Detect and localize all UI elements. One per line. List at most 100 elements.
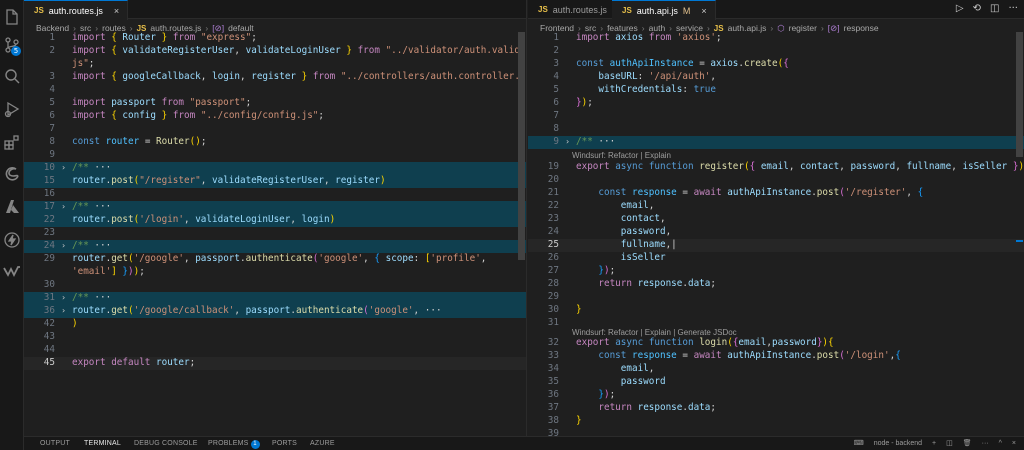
extensions-icon[interactable]	[3, 133, 21, 151]
add-terminal-icon[interactable]: +	[932, 440, 936, 447]
split-editor-icon[interactable]: ◫	[990, 3, 999, 14]
code-line: 24 password,	[547, 226, 672, 237]
tab-label: auth.routes.js	[552, 4, 607, 15]
code-line: 2	[553, 45, 559, 56]
terminal-name[interactable]: node - backend	[874, 440, 922, 447]
code-line: 28 return response.data;	[547, 278, 716, 289]
tab-azure[interactable]: AZURE	[310, 440, 335, 447]
tab-auth-api[interactable]: JS auth.api.js M ×	[612, 0, 716, 20]
tab-terminal[interactable]: TERMINAL	[84, 440, 121, 447]
code-line: 4	[49, 84, 55, 95]
split-terminal-icon[interactable]: ◫	[946, 439, 953, 447]
code-line: 26 isSeller	[547, 252, 666, 263]
code-line: 1 import { Router } from "express";	[49, 32, 257, 43]
code-line: 39	[547, 428, 559, 436]
left-editor-pane: JS auth.routes.js × Backend › src › routes…	[24, 0, 527, 436]
code-line: 27 });	[547, 265, 616, 276]
code-line: 9	[49, 149, 55, 160]
code-line: 6});	[553, 97, 593, 108]
modified-indicator: M	[682, 5, 691, 16]
code-line: 22 email,	[547, 200, 655, 211]
code-line: 33 const response = await authApiInstanc…	[547, 350, 901, 361]
maximize-icon[interactable]: ^	[999, 440, 1002, 447]
tab-problems[interactable]: PROBLEMS 1	[208, 440, 260, 449]
right-tab-bar: JS auth.routes.js JS auth.api.js M × ▷ ⟲…	[528, 0, 1024, 20]
terminal-icon: ⌨	[853, 440, 864, 447]
js-file-icon: JS	[622, 6, 632, 15]
tab-label: auth.routes.js	[48, 5, 103, 16]
chevron-right-icon: ›	[61, 241, 66, 250]
code-line: 4 baseURL: '/api/auth',	[553, 71, 716, 82]
code-line: 5 import passport from "passport";	[49, 97, 252, 108]
edge-icon[interactable]	[3, 165, 21, 183]
code-line: 38}	[547, 415, 582, 426]
code-line: 35 password	[547, 376, 666, 387]
code-line: js";	[72, 58, 95, 69]
files-icon[interactable]	[3, 8, 21, 26]
tab-debug-console[interactable]: DEBUG CONSOLE	[134, 440, 198, 447]
code-line: 'email'] }));	[72, 266, 145, 277]
tab-auth-routes[interactable]: JS auth.routes.js ×	[24, 0, 129, 20]
search-icon[interactable]	[3, 67, 21, 85]
code-line: 36 });	[547, 389, 616, 400]
scrollbar[interactable]	[518, 32, 525, 260]
current-code-line: 25 fullname,|	[528, 239, 1024, 252]
folded-code-line[interactable]: 17 ›/** ···	[24, 201, 526, 214]
code-editor[interactable]: 1 import { Router } from "express"; 2 impo…	[24, 32, 526, 436]
run-debug-icon[interactable]	[3, 100, 21, 118]
code-line: 3 const authApiInstance = axios.create({	[553, 58, 789, 69]
tab-label: PROBLEMS	[208, 440, 249, 447]
panel-tab-bar: OUTPUT TERMINAL DEBUG CONSOLE PROBLEMS 1 …	[24, 436, 1024, 450]
code-line: 7	[49, 123, 55, 134]
code-line: 2 import { validateRegisterUser, validate…	[49, 45, 526, 56]
windsurf-icon[interactable]	[3, 262, 21, 280]
js-file-icon: JS	[538, 5, 548, 14]
code-line: 32 export async function login({email,pas…	[547, 337, 834, 348]
more-icon[interactable]: ···	[1008, 3, 1018, 14]
code-line: 6 import { config } from "../config/confi…	[49, 110, 324, 121]
tab-ports[interactable]: PORTS	[272, 440, 297, 447]
codelens-windsurf[interactable]: Windsurf: Refactor | Explain	[572, 151, 671, 161]
folded-code-line[interactable]: 10 ›/** ···	[24, 162, 526, 175]
run-icon[interactable]: ▷	[956, 3, 964, 14]
code-line: 22 router.post('/login', validateLoginUse…	[24, 214, 526, 227]
folded-code-line[interactable]: 24 ›/** ···	[24, 240, 526, 253]
code-line: 5 withCredentials: true	[553, 84, 716, 95]
current-code-line: 45 export default router;	[24, 357, 526, 370]
scrollbar[interactable]	[1016, 32, 1023, 157]
tab-auth-routes[interactable]: JS auth.routes.js	[528, 0, 616, 19]
folded-code-line[interactable]: 31 ›/** ···	[24, 292, 526, 305]
code-line: 30	[43, 279, 55, 290]
thunder-client-icon[interactable]	[3, 231, 21, 249]
code-editor[interactable]: 1 import axios from 'axios'; 2 3 const aut…	[528, 32, 1024, 436]
code-line: 7	[553, 110, 559, 121]
right-editor-pane: JS auth.routes.js JS auth.api.js M × ▷ ⟲…	[528, 0, 1024, 436]
folded-code-line[interactable]: 9 ›/** ···	[528, 136, 1024, 149]
code-line: 3 import { googleCallback, login, registe…	[49, 71, 527, 82]
chevron-right-icon: ›	[61, 202, 66, 211]
js-file-icon: JS	[34, 6, 44, 15]
code-line: 8 const router = Router();	[49, 136, 207, 147]
code-line: 15 router.post("/register", validateRegis…	[24, 175, 526, 188]
chevron-right-icon: ›	[61, 306, 66, 315]
chevron-right-icon: ›	[565, 137, 570, 146]
more-icon[interactable]: ···	[982, 440, 989, 447]
azure-icon[interactable]	[3, 198, 21, 216]
code-line: 23 contact,	[547, 213, 666, 224]
close-icon[interactable]: ×	[1012, 440, 1016, 447]
tab-output[interactable]: OUTPUT	[40, 440, 70, 447]
code-line: 8	[553, 123, 559, 134]
folded-code-line[interactable]: 36 › router.get('/google/callback', passpo…	[24, 305, 526, 318]
left-tab-bar: JS auth.routes.js ×	[24, 0, 526, 20]
code-line: 1 import axios from 'axios';	[553, 32, 722, 43]
editor-actions: ▷ ⟲ ◫ ···	[956, 3, 1018, 14]
trash-icon[interactable]: 🗑	[963, 439, 972, 447]
scrollbar-cursor-marker	[1016, 240, 1023, 242]
close-icon[interactable]: ×	[114, 6, 119, 16]
compare-icon[interactable]: ⟲	[973, 3, 981, 14]
activity-bar: 5	[0, 0, 24, 450]
terminal-actions: ⌨ node - backend + ◫ 🗑 ··· ^ ×	[853, 439, 1016, 448]
code-line: 29	[547, 291, 559, 302]
code-line: 30}	[547, 304, 582, 315]
close-icon[interactable]: ×	[701, 6, 706, 16]
